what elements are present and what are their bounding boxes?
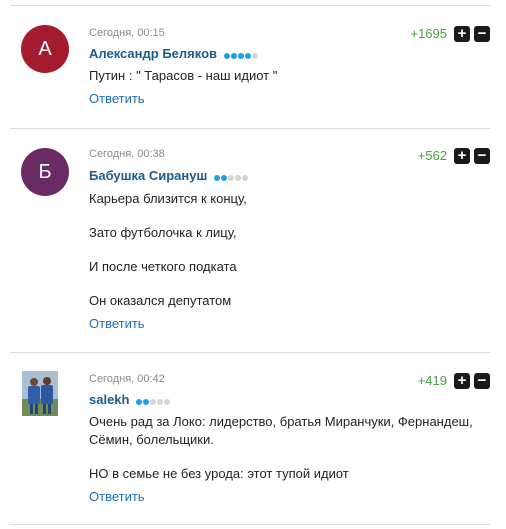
level-dot [213,174,220,181]
level-dot [150,398,157,405]
reply-link[interactable]: Ответить [89,316,145,331]
user-level-dots [213,169,249,184]
comment-rating: +562 [417,148,447,163]
author-name[interactable]: Александр Беляков [89,46,217,61]
avatar[interactable]: А [21,25,69,73]
level-dot [164,398,171,405]
downvote-button[interactable]: − [474,373,490,389]
comment-text-line: Карьера близится к концу, [89,191,247,206]
level-dot [237,52,244,59]
author-name[interactable]: Бабушка Сирануш [89,168,207,183]
level-dot [227,174,234,181]
avatar-photo-icon [22,371,58,416]
level-dot [244,52,251,59]
avatar[interactable] [22,371,58,416]
comment-2: Б Сегодня, 00:38 Бабушка Сирануш Карьера… [0,128,506,352]
comment-text-line: Зато футболочка к лицу, [89,225,237,240]
comment-timestamp: Сегодня, 00:15 [89,27,165,39]
comment-rating: +419 [417,373,447,388]
comment-rating: +1695 [410,26,447,41]
author-row: Александр Беляков [89,46,259,62]
comment-text-line: Сёмин, болельщики. [89,432,214,447]
comment-1: А Сегодня, 00:15 Александр Беляков Путин… [0,0,506,128]
reply-link[interactable]: Ответить [89,91,145,106]
user-level-dots [136,393,171,408]
author-row: salekh [89,392,171,408]
level-dot [251,52,258,59]
author-name[interactable]: salekh [89,392,129,407]
comment-text-line: И после четкого подката [89,259,237,274]
level-dot [136,398,143,405]
level-dot [143,398,150,405]
reply-link[interactable]: Ответить [89,489,145,504]
comment-timestamp: Сегодня, 00:42 [89,373,165,385]
author-row: Бабушка Сирануш [89,168,249,184]
comment-timestamp: Сегодня, 00:38 [89,148,165,160]
comment-text-line: Очень рад за Локо: лидерство, братья Мир… [89,414,473,429]
comment-3: Сегодня, 00:42 salekh Очень рад за Локо:… [0,352,506,529]
level-dot [234,174,241,181]
user-level-dots [223,47,259,62]
level-dot [220,174,227,181]
comment-text-line: Путин : " Тарасов - наш идиот " [89,68,278,83]
downvote-button[interactable]: − [474,148,490,164]
level-dot [241,174,248,181]
level-dot [230,52,237,59]
avatar[interactable]: Б [21,148,69,196]
upvote-button[interactable]: + [454,26,470,42]
upvote-button[interactable]: + [454,148,470,164]
upvote-button[interactable]: + [454,373,470,389]
comment-text-line: Он оказался депутатом [89,293,232,308]
level-dot [157,398,164,405]
comment-text-line: НО в семье не без урода: этот тупой идио… [89,466,349,481]
comment-divider [10,524,490,525]
level-dot [223,52,230,59]
downvote-button[interactable]: − [474,26,490,42]
